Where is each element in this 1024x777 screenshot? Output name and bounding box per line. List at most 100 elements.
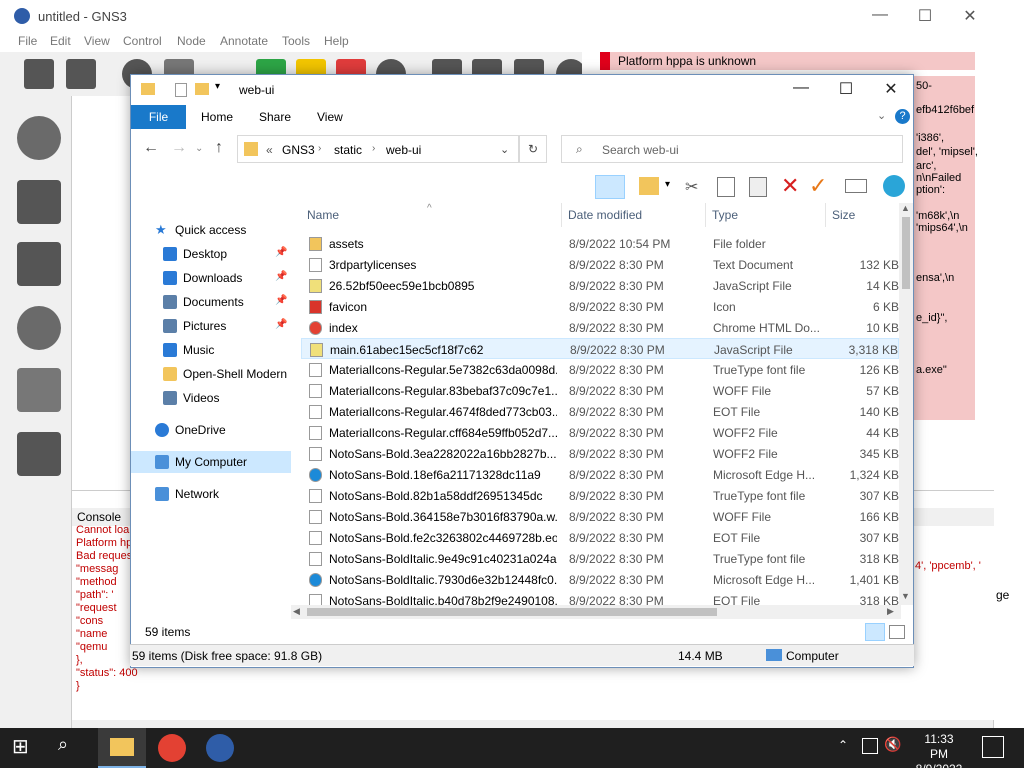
file-row[interactable]: NotoSans-Bold.fe2c3263802c4469728b.eot 8/… bbox=[301, 527, 899, 548]
file-row[interactable]: favicon 8/9/2022 8:30 PM Icon 6 KB bbox=[301, 296, 899, 317]
file-row[interactable]: MaterialIcons-Regular.83bebaf37c09c7e1..… bbox=[301, 380, 899, 401]
address-bar[interactable]: « GNS3 › static › web-ui ⌄ bbox=[237, 135, 519, 163]
nav-item-music[interactable]: Music bbox=[131, 339, 291, 361]
scroll-up-icon[interactable]: ▲ bbox=[901, 203, 910, 213]
refresh-button[interactable]: ↻ bbox=[519, 135, 547, 163]
menu-node[interactable]: Node bbox=[177, 34, 206, 48]
breadcrumb-web-ui[interactable]: web-ui bbox=[386, 143, 421, 157]
minimize-icon[interactable]: — bbox=[870, 6, 890, 24]
column-divider[interactable] bbox=[705, 203, 706, 227]
close-icon[interactable]: ✕ bbox=[960, 6, 980, 26]
column-date-modified[interactable]: Date modified bbox=[568, 208, 642, 222]
end-devices-icon[interactable] bbox=[17, 242, 61, 286]
file-row[interactable]: NotoSans-BoldItalic.7930d6e32b12448fc0..… bbox=[301, 569, 899, 590]
help-icon[interactable]: ? bbox=[895, 109, 910, 124]
properties-icon[interactable] bbox=[845, 179, 867, 193]
column-type[interactable]: Type bbox=[712, 208, 738, 222]
pin-icon[interactable]: 📌 bbox=[275, 319, 287, 330]
menu-file[interactable]: File bbox=[18, 34, 37, 48]
file-row[interactable]: NotoSans-Bold.18ef6a21171328dc11a9 8/9/20… bbox=[301, 464, 899, 485]
scrollbar-thumb[interactable] bbox=[902, 217, 910, 289]
internet-options-icon[interactable] bbox=[883, 175, 905, 197]
nav-item-desktop[interactable]: Desktop 📌 bbox=[131, 243, 291, 265]
nav-item-pictures[interactable]: Pictures 📌 bbox=[131, 315, 291, 337]
notifications-icon[interactable] bbox=[982, 736, 1004, 758]
column-divider[interactable] bbox=[825, 203, 826, 227]
folder-icon[interactable] bbox=[66, 59, 96, 89]
column-size[interactable]: Size bbox=[832, 208, 855, 222]
chrome-icon[interactable] bbox=[158, 734, 186, 762]
large-icons-view-icon[interactable] bbox=[889, 625, 905, 639]
search-box[interactable]: ⌕ Search web-ui bbox=[561, 135, 903, 163]
preview-pane-icon[interactable] bbox=[595, 175, 625, 199]
delete-icon[interactable]: ✕ bbox=[781, 173, 799, 199]
paste-icon[interactable] bbox=[749, 177, 767, 197]
file-row[interactable]: MaterialIcons-Regular.4674f8ded773cb03..… bbox=[301, 401, 899, 422]
properties-icon[interactable] bbox=[175, 83, 187, 97]
copy-icon[interactable] bbox=[717, 177, 735, 197]
minimize-icon[interactable]: — bbox=[791, 79, 811, 97]
breadcrumb-gns3[interactable]: GNS3 bbox=[282, 143, 315, 157]
column-name[interactable]: Name bbox=[307, 208, 339, 222]
file-row[interactable]: MaterialIcons-Regular.5e7382c63da0098d..… bbox=[301, 359, 899, 380]
add-link-icon[interactable] bbox=[17, 432, 61, 476]
nav-network[interactable]: Network bbox=[131, 483, 291, 505]
taskbar-explorer[interactable] bbox=[98, 728, 146, 768]
back-icon[interactable]: ← bbox=[143, 139, 159, 157]
menu-edit[interactable]: Edit bbox=[50, 34, 71, 48]
vertical-scrollbar[interactable]: ▲ ▼ bbox=[899, 203, 913, 605]
folder-options-icon[interactable] bbox=[639, 177, 659, 195]
close-icon[interactable]: ✕ bbox=[881, 79, 901, 99]
scroll-left-icon[interactable]: ◀ bbox=[293, 606, 300, 617]
quick-access-dropdown-icon[interactable]: ▾ bbox=[215, 81, 220, 92]
pin-icon[interactable]: 📌 bbox=[275, 271, 287, 282]
menu-help[interactable]: Help bbox=[324, 34, 349, 48]
routers-icon[interactable] bbox=[17, 116, 61, 160]
clock[interactable]: 11:33 PM 8/9/2022 bbox=[914, 732, 964, 777]
scroll-right-icon[interactable]: ▶ bbox=[887, 606, 894, 617]
pin-icon[interactable]: 📌 bbox=[275, 247, 287, 258]
new-folder-icon[interactable] bbox=[195, 83, 209, 95]
scrollbar-thumb[interactable] bbox=[307, 608, 717, 616]
maximize-icon[interactable]: ☐ bbox=[836, 79, 856, 99]
network-icon[interactable] bbox=[862, 738, 878, 754]
horizontal-scrollbar[interactable]: ◀ ▶ bbox=[291, 605, 901, 619]
file-row[interactable]: 26.52bf50eec59e1bcb0895 8/9/2022 8:30 PM J… bbox=[301, 275, 899, 296]
up-icon[interactable]: ↑ bbox=[215, 139, 223, 157]
nav-quick-access[interactable]: ★ Quick access bbox=[131, 219, 291, 241]
file-row[interactable]: MaterialIcons-Regular.cff684e59ffb052d7.… bbox=[301, 422, 899, 443]
file-row[interactable]: NotoSans-Bold.3ea2282022a16bb2827b... 8/9… bbox=[301, 443, 899, 464]
file-row[interactable]: assets 8/9/2022 10:54 PM File folder bbox=[301, 233, 899, 254]
file-row[interactable]: main.61abec15ec5cf18f7c62 8/9/2022 8:30 P… bbox=[301, 338, 899, 359]
nav-my-computer[interactable]: My Computer bbox=[131, 451, 291, 473]
menu-view[interactable]: View bbox=[84, 34, 110, 48]
details-view-icon[interactable] bbox=[865, 623, 885, 641]
file-row[interactable]: NotoSans-BoldItalic.9e49c91c40231a024a..… bbox=[301, 548, 899, 569]
chevron-down-icon[interactable]: ⌄ bbox=[500, 143, 509, 156]
ribbon-expand-icon[interactable]: ⌄ bbox=[877, 109, 886, 122]
file-row[interactable]: NotoSans-Bold.82b1a58ddf26951345dc 8/9/20… bbox=[301, 485, 899, 506]
file-row[interactable]: 3rdpartylicenses 8/9/2022 8:30 PM Text Doc… bbox=[301, 254, 899, 275]
start-icon[interactable]: ⊞ bbox=[12, 734, 40, 762]
tab-share[interactable]: Share bbox=[259, 110, 291, 124]
open-folder-icon[interactable] bbox=[24, 59, 54, 89]
file-row[interactable]: NotoSans-Bold.364158e7b3016f83790a.w... 8… bbox=[301, 506, 899, 527]
pin-icon[interactable]: 📌 bbox=[275, 295, 287, 306]
gns3-icon[interactable] bbox=[206, 734, 234, 762]
maximize-icon[interactable]: ☐ bbox=[915, 6, 935, 26]
security-devices-icon[interactable] bbox=[17, 306, 61, 350]
all-devices-icon[interactable] bbox=[17, 368, 61, 412]
nav-item-open-shell-modern[interactable]: Open-Shell Modern bbox=[131, 363, 291, 385]
column-divider[interactable] bbox=[561, 203, 562, 227]
search-input[interactable]: Search web-ui bbox=[602, 143, 679, 157]
nav-item-downloads[interactable]: Downloads 📌 bbox=[131, 267, 291, 289]
recent-dropdown-icon[interactable]: ⌄ bbox=[195, 143, 203, 154]
scroll-down-icon[interactable]: ▼ bbox=[901, 591, 910, 601]
cut-icon[interactable]: ✂ bbox=[685, 177, 698, 197]
nav-item-videos[interactable]: Videos bbox=[131, 387, 291, 409]
switches-icon[interactable] bbox=[17, 180, 61, 224]
menu-tools[interactable]: Tools bbox=[282, 34, 310, 48]
menu-annotate[interactable]: Annotate bbox=[220, 34, 268, 48]
menu-control[interactable]: Control bbox=[123, 34, 162, 48]
search-icon[interactable]: ⌕ bbox=[58, 734, 86, 762]
